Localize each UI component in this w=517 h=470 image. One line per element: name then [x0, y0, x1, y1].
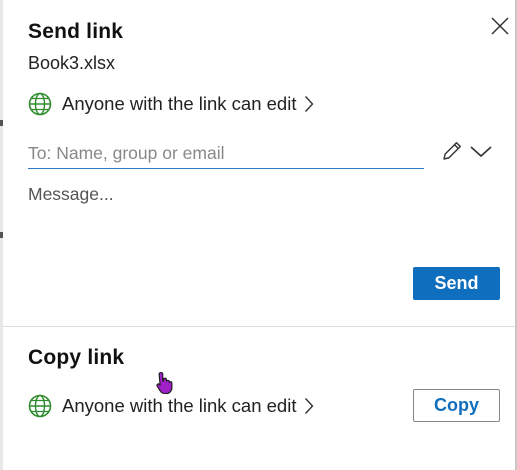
hand-pointer-cursor-icon	[156, 371, 173, 395]
globe-icon	[28, 92, 52, 116]
chevron-right-icon	[305, 398, 314, 414]
edge-tick	[0, 232, 3, 238]
file-name: Book3.xlsx	[28, 53, 116, 73]
permission-label: Anyone with the link can edit	[62, 395, 297, 416]
share-dialog: Send link Book3.xlsx Anyone with the lin…	[0, 0, 517, 470]
message-field[interactable]	[28, 184, 488, 244]
close-icon[interactable]	[488, 14, 512, 38]
send-permission-link[interactable]: Anyone with the link can edit	[28, 91, 314, 117]
pencil-icon[interactable]	[440, 139, 464, 163]
edge-tick	[0, 120, 3, 126]
chevron-down-icon[interactable]	[468, 141, 494, 161]
send-button[interactable]: Send	[413, 267, 500, 300]
recipient-input[interactable]	[28, 138, 424, 169]
copy-button[interactable]: Copy	[413, 389, 500, 422]
permission-label: Anyone with the link can edit	[62, 93, 297, 114]
send-link-title: Send link	[28, 20, 124, 43]
chevron-right-icon	[305, 96, 314, 112]
copy-permission-link[interactable]: Anyone with the link can edit	[28, 393, 314, 419]
section-divider	[3, 326, 515, 327]
globe-icon	[28, 394, 52, 418]
copy-link-title: Copy link	[28, 346, 125, 369]
